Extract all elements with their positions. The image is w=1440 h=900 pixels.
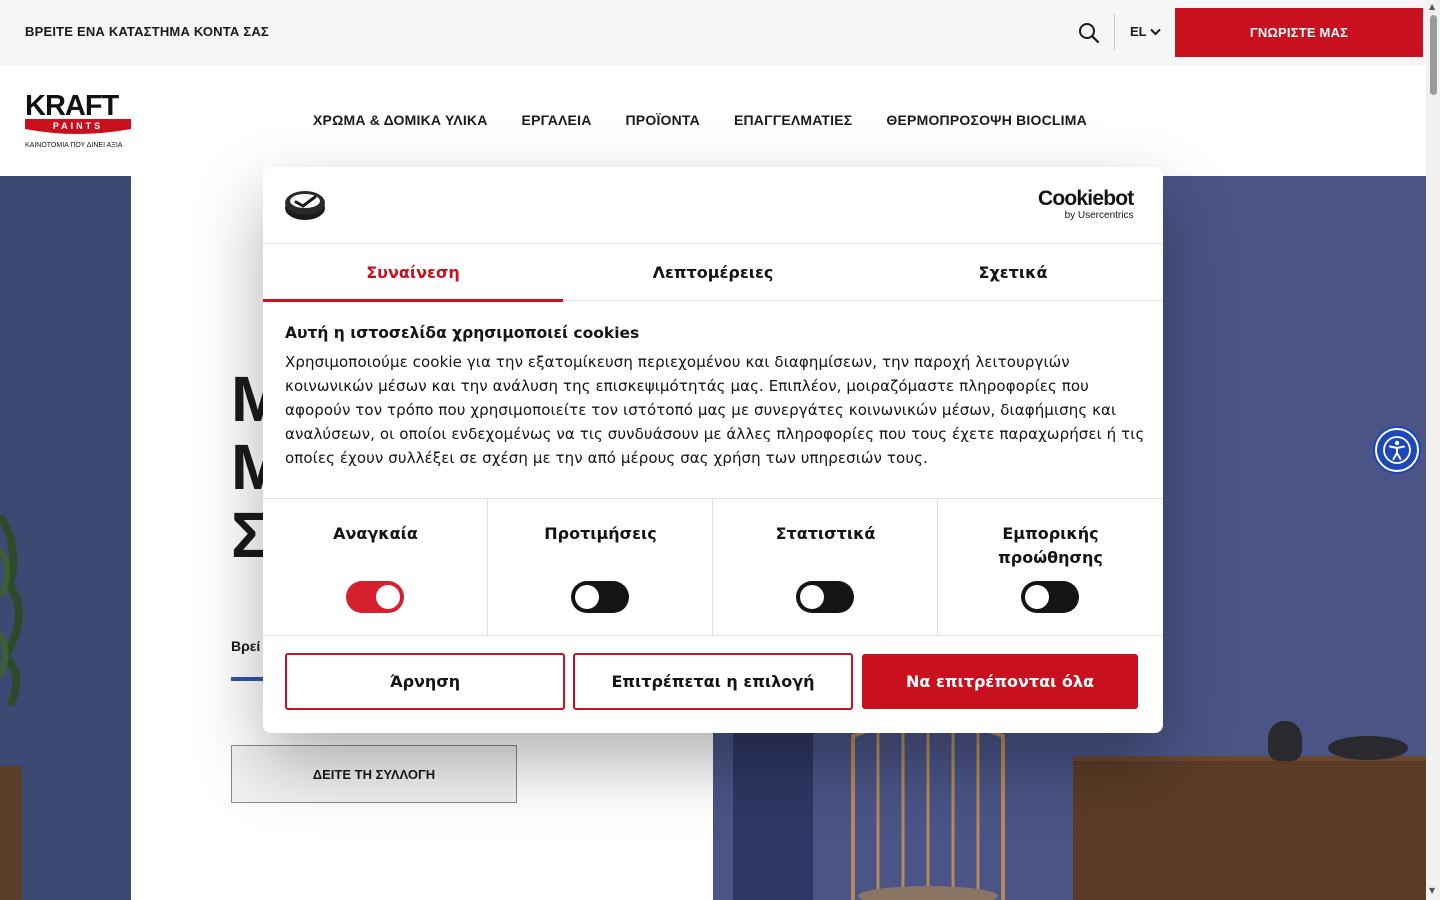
category-label: Αναγκαία <box>333 524 418 543</box>
toggle-knob <box>1025 585 1049 609</box>
nav-item-products[interactable]: ΠΡΟΪΟΝΤΑ <box>626 112 700 128</box>
cookie-logo-icon <box>285 191 325 220</box>
bowl-image <box>1328 736 1408 760</box>
find-store-link[interactable]: ΒΡΕΙΤΕ ΕΝΑ ΚΑΤΑΣΤΗΜΑ ΚΟΝΤΑ ΣΑΣ <box>25 24 269 39</box>
accessibility-icon <box>1383 436 1411 464</box>
language-label: EL <box>1130 24 1147 39</box>
nav-item-paints-building-materials[interactable]: ΧΡΩΜΑ & ΔΟΜΙΚΑ ΥΛΙΚΑ <box>313 112 488 128</box>
cookie-dialog-header: Cookiebot by Usercentrics <box>263 167 1163 244</box>
cookie-buttons: Άρνηση Επιτρέπεται η επιλογή Να επιτρέπο… <box>285 653 1141 710</box>
view-collection-button[interactable]: ΔΕΙΤΕ ΤΗ ΣΥΛΛΟΓΗ <box>231 745 517 803</box>
main-header: KRAFT PAINTS ΚΑΙΝΟΤΟΜΙΑ ΠΟΥ ΔΙΝΕΙ ΑΞΙΑ Χ… <box>0 65 1426 176</box>
logo-paints: PAINTS <box>52 121 104 131</box>
cookie-tabs: Συναίνεση Λεπτομέρειες Σχετικά <box>263 244 1163 302</box>
vase-image <box>1268 721 1302 761</box>
curtain-image <box>733 716 813 900</box>
plant-image <box>0 513 23 706</box>
category-statistics: Στατιστικά <box>713 499 938 636</box>
sideboard-image <box>1073 761 1426 900</box>
scroll-down-arrow-icon[interactable]: ▼ <box>1429 886 1435 895</box>
top-bar: ΒΡΕΙΤΕ ΕΝΑ ΚΑΤΑΣΤΗΜΑ ΚΟΝΤΑ ΣΑΣ EL ΓΝΩΡΙΣ… <box>0 0 1426 65</box>
tab-consent[interactable]: Συναίνεση <box>263 244 563 302</box>
topbar-divider <box>1114 14 1115 50</box>
hero-accent-bar <box>231 677 267 681</box>
cookie-body: Αυτή η ιστοσελίδα χρησιμοποιεί cookies Χ… <box>285 324 1145 470</box>
scroll-thumb[interactable] <box>1430 15 1437 95</box>
allow-all-button[interactable]: Να επιτρέπονται όλα <box>862 654 1138 709</box>
marketing-toggle[interactable] <box>1021 581 1079 613</box>
logo-tagline: ΚΑΙΝΟΤΟΜΙΑ ΠΟΥ ΔΙΝΕΙ ΑΞΙΑ <box>25 142 123 149</box>
kraft-logo[interactable]: KRAFT PAINTS ΚΑΙΝΟΤΟΜΙΑ ΠΟΥ ΔΙΝΕΙ ΑΞΙΑ <box>25 91 135 153</box>
nav-item-tools[interactable]: ΕΡΓΑΛΕΙΑ <box>522 112 592 128</box>
accessibility-button[interactable] <box>1375 428 1419 472</box>
category-label: Προτιμήσεις <box>544 524 657 543</box>
deny-button[interactable]: Άρνηση <box>285 653 565 710</box>
furniture-edge <box>0 766 22 900</box>
category-marketing: Εμπορικής προώθησης <box>938 499 1163 636</box>
statistics-toggle[interactable] <box>796 581 854 613</box>
preferences-toggle[interactable] <box>571 581 629 613</box>
toggle-knob <box>800 585 824 609</box>
chevron-down-icon <box>1149 28 1161 35</box>
logo-word: KRAFT <box>25 90 119 122</box>
cookiebot-brand[interactable]: Cookiebot by Usercentrics <box>1038 187 1134 222</box>
nav-item-professionals[interactable]: ΕΠΑΓΓΕΛΜΑΤΙΕΣ <box>734 112 852 128</box>
toggle-knob <box>376 585 400 609</box>
category-necessary: Αναγκαία <box>263 499 488 636</box>
cookie-title: Αυτή η ιστοσελίδα χρησιμοποιεί cookies <box>285 324 640 342</box>
category-label: Εμπορικής προώθησης <box>998 524 1103 567</box>
cookie-consent-dialog: Cookiebot by Usercentrics Συναίνεση Λεπτ… <box>263 167 1163 733</box>
hero-image-left <box>0 176 131 900</box>
main-nav: ΧΡΩΜΑ & ΔΟΜΙΚΑ ΥΛΙΚΑ ΕΡΓΑΛΕΙΑ ΠΡΟΪΟΝΤΑ Ε… <box>313 112 1087 128</box>
toggle-knob <box>575 585 599 609</box>
cookie-category-toggles: Αναγκαία Προτιμήσεις Στατιστικά Εμπορική… <box>263 498 1163 636</box>
cookiebot-name: Cookiebot <box>1038 187 1134 210</box>
cookiebot-by: by Usercentrics <box>1064 210 1134 221</box>
hero-subtitle: Βρεί <box>231 638 261 654</box>
category-preferences: Προτιμήσεις <box>488 499 713 636</box>
language-selector[interactable]: EL <box>1130 24 1161 39</box>
category-label: Στατιστικά <box>775 524 876 543</box>
cookie-description: Χρησιμοποιούμε cookie για την εξατομίκευ… <box>285 353 1145 467</box>
nav-item-bioclima[interactable]: ΘΕΡΜΟΠΡΟΣΟΨΗ BIOCLIMA <box>886 112 1087 128</box>
about-us-button[interactable]: ΓΝΩΡΙΣΤΕ ΜΑΣ <box>1175 8 1423 57</box>
chair-image <box>851 718 1005 900</box>
page-scrollbar[interactable]: ▲ ▼ <box>1426 0 1440 900</box>
scroll-up-arrow-icon[interactable]: ▲ <box>1429 2 1435 11</box>
necessary-toggle[interactable] <box>346 581 404 613</box>
tab-details[interactable]: Λεπτομέρειες <box>563 244 863 301</box>
tab-about[interactable]: Σχετικά <box>863 244 1163 301</box>
search-icon[interactable] <box>1076 20 1102 46</box>
allow-selection-button[interactable]: Επιτρέπεται η επιλογή <box>573 653 853 710</box>
